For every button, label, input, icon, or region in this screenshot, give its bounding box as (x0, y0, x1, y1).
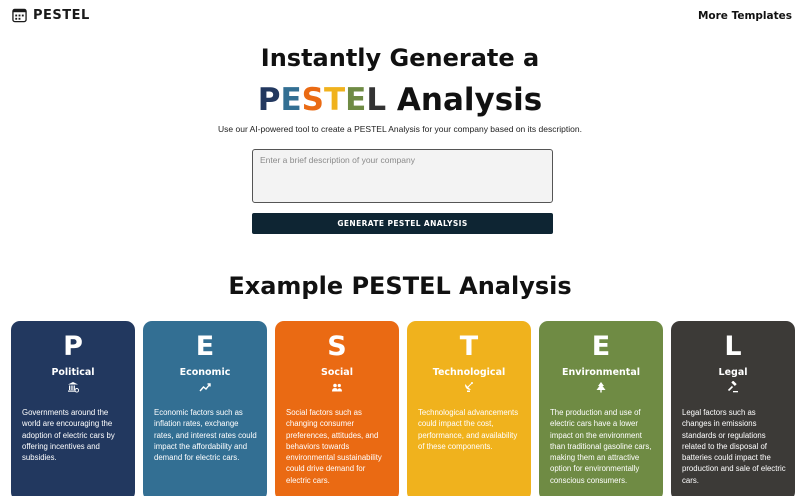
generate-pestel-button[interactable]: GENERATE PESTEL ANALYSIS (252, 213, 553, 234)
card-economic: E Economic Economic factors such as infl… (143, 321, 267, 496)
title-letter-s: S (301, 82, 324, 118)
card-name: Environmental (562, 367, 640, 378)
logo-text: PESTEL (33, 8, 90, 23)
card-name: Technological (432, 367, 506, 378)
hero-title-line1: Instantly Generate a (260, 44, 540, 72)
company-description-input[interactable] (252, 149, 553, 203)
title-suffix: Analysis (396, 82, 543, 118)
card-letter: L (724, 331, 742, 362)
card-text: Governments around the world are encoura… (22, 408, 115, 463)
title-letter-e2: E (345, 82, 367, 118)
card-name: Economic (179, 367, 231, 378)
tree-icon (596, 382, 606, 393)
hero-subtitle: Use our AI-powered tool to create a PEST… (218, 124, 582, 134)
card-political: P Political Governments around the world… (11, 321, 135, 496)
title-letter-e: E (280, 82, 302, 118)
card-letter: T (459, 331, 479, 362)
logo[interactable]: PESTEL (12, 8, 90, 23)
more-templates-link[interactable]: More Templates (698, 10, 792, 22)
pestel-cards: P Political Governments around the world… (11, 321, 796, 496)
trend-line-icon (199, 383, 211, 392)
card-letter: E (591, 331, 611, 362)
satellite-dish-icon (465, 382, 473, 392)
card-letter: S (327, 331, 347, 362)
gavel-icon (727, 381, 738, 393)
card-technological: T Technological Technological advancemen… (407, 321, 531, 496)
calendar-grid-icon (12, 8, 27, 23)
title-letter-p: P (257, 82, 281, 118)
title-letter-l: L (366, 82, 387, 118)
card-text: The production and use of electric cars … (550, 408, 652, 485)
card-text: Economic factors such as inflation rates… (154, 408, 257, 463)
card-name: Political (51, 367, 95, 378)
card-text: Social factors such as changing consumer… (286, 408, 382, 485)
title-letter-t: T (324, 82, 346, 118)
hero-title-line2: PESTEL Analysis (0, 82, 800, 118)
example-section-title: Example PESTEL Analysis (228, 272, 572, 300)
government-building-icon (68, 382, 79, 393)
card-environmental: E Environmental The production and use o… (539, 321, 663, 496)
card-letter: E (195, 331, 215, 362)
card-social: S Social Social factors such as changing… (275, 321, 399, 496)
people-icon (332, 383, 342, 392)
card-name: Legal (718, 367, 748, 378)
card-letter: P (63, 331, 83, 362)
top-bar: PESTEL More Templates (0, 0, 800, 34)
card-name: Social (321, 367, 353, 378)
card-legal: L Legal Legal factors such as changes in… (671, 321, 795, 496)
card-text: Legal factors such as changes in emissio… (682, 408, 786, 485)
card-text: Technological advancements could impact … (418, 408, 519, 451)
